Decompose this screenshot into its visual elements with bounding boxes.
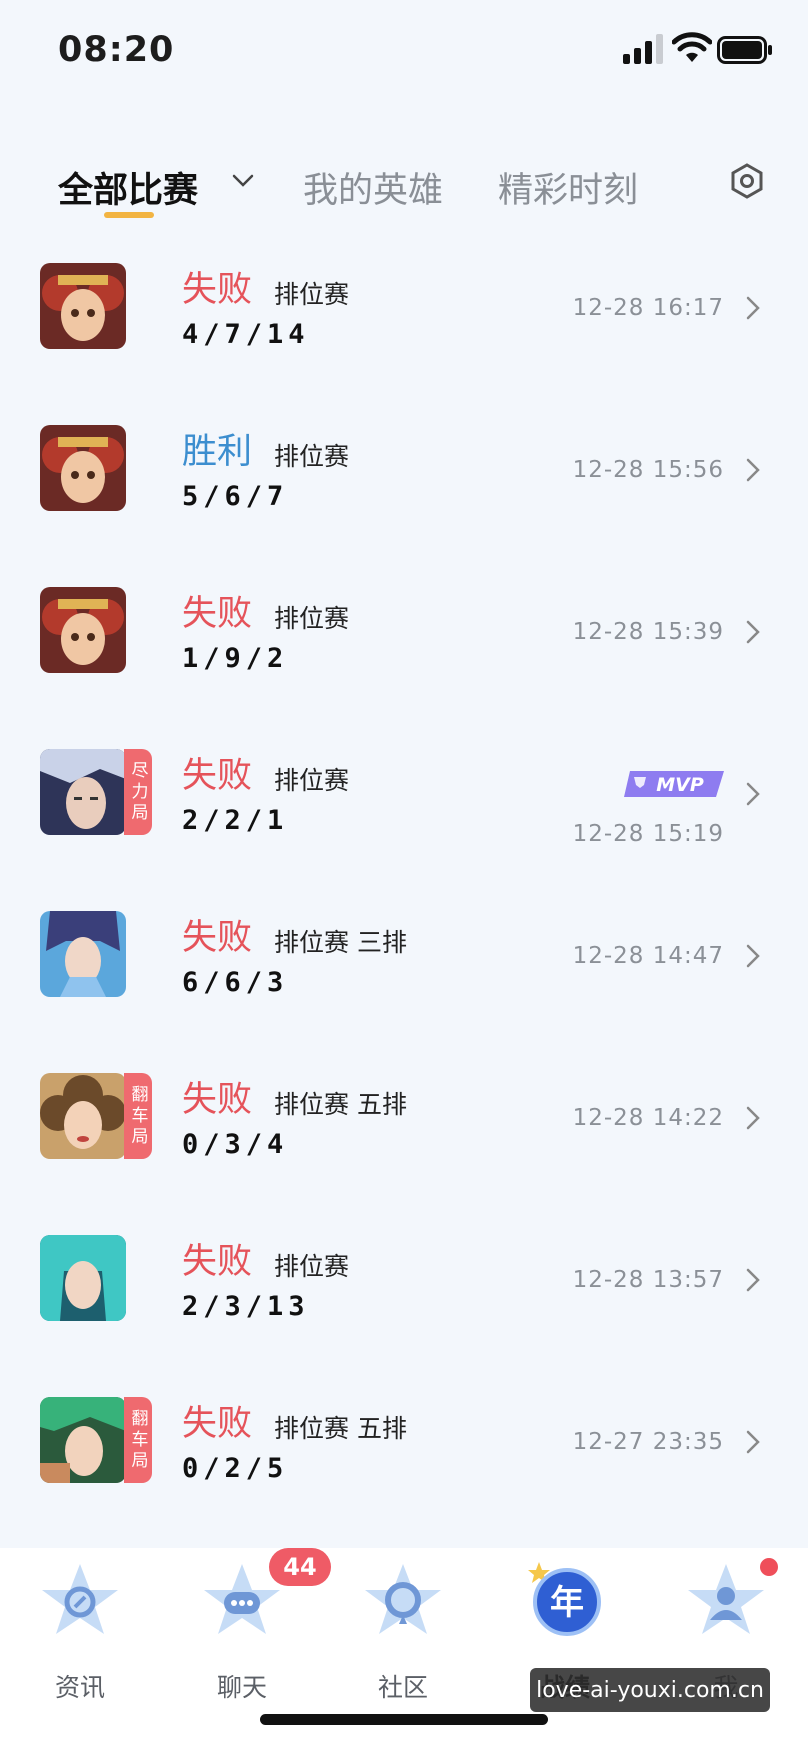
settings-hexagon-icon[interactable] [728, 162, 766, 200]
chevron-right-icon[interactable] [742, 293, 764, 323]
match-time: 12-28 14:22 [572, 1105, 724, 1131]
tab-highlights[interactable]: 精彩时刻 [498, 162, 638, 213]
match-mode: 排位赛 五排 [274, 1414, 407, 1443]
match-time: 12-28 15:19 [572, 821, 724, 847]
hero-green-hair-avatar [40, 1397, 126, 1483]
match-time: 12-28 15:39 [572, 619, 724, 645]
match-result: 失败 [182, 270, 253, 310]
match-row[interactable]: 翻车局 失败 排位赛 五排 0/2/5 12-27 23:35 [0, 1379, 808, 1541]
chat-unread-badge: 44 [269, 1548, 331, 1586]
match-time: 12-27 23:35 [572, 1429, 724, 1455]
watermark: love-ai-youxi.com.cn [530, 1668, 770, 1712]
match-result: 失败 [182, 1242, 253, 1282]
hero-red-hair-avatar [40, 263, 126, 349]
match-kda: 4/7/14 [182, 319, 310, 350]
profile-icon [688, 1564, 764, 1634]
match-kda: 5/6/7 [182, 481, 289, 512]
hero-silver-hair-avatar [40, 749, 126, 835]
match-kda: 0/3/4 [182, 1129, 289, 1160]
match-mode: 排位赛 [274, 1252, 350, 1281]
status-bar: 08:20 [0, 0, 808, 100]
match-mode: 排位赛 [274, 442, 350, 471]
new-year-record-icon: 年 [528, 1562, 601, 1636]
community-icon [365, 1564, 441, 1634]
match-row[interactable]: 失败 排位赛 4/7/14 12-28 16:17 [0, 245, 808, 407]
nav-label: 资讯 [54, 1673, 105, 1702]
profile-notification-dot [760, 1558, 778, 1576]
chevron-right-icon[interactable] [742, 941, 764, 971]
match-result: 失败 [182, 1404, 253, 1444]
match-tag-badge: 翻车局 [124, 1397, 152, 1483]
chevron-down-icon[interactable] [230, 168, 256, 194]
signal-icon [623, 34, 663, 64]
match-row[interactable]: 尽力局 失败 排位赛 2/2/1 MVP 12-28 15:19 [0, 731, 808, 893]
nav-label: 聊天 [216, 1673, 267, 1702]
hero-teal-hair-avatar [40, 1235, 126, 1321]
match-tag-badge: 尽力局 [124, 749, 152, 835]
match-kda: 2/2/1 [182, 805, 289, 836]
match-row[interactable]: 翻车局 失败 排位赛 五排 0/3/4 12-28 14:22 [0, 1055, 808, 1217]
match-row[interactable]: 失败 排位赛 1/9/2 12-28 15:39 [0, 569, 808, 731]
match-result: 失败 [182, 756, 253, 796]
record-icon-text: 年 [550, 1583, 584, 1623]
news-icon [42, 1564, 118, 1634]
match-mode: 排位赛 三排 [274, 928, 407, 957]
match-tag-badge: 翻车局 [124, 1073, 152, 1159]
match-result: 失败 [182, 1080, 253, 1120]
nav-label: 社区 [377, 1673, 428, 1702]
hero-curly-hair-avatar [40, 1073, 126, 1159]
chevron-right-icon[interactable] [742, 1103, 764, 1133]
tab-my-heroes[interactable]: 我的英雄 [303, 162, 443, 213]
chevron-right-icon[interactable] [742, 455, 764, 485]
wifi-icon [672, 32, 712, 62]
hero-red-hair-avatar [40, 425, 126, 511]
chevron-right-icon[interactable] [742, 779, 764, 809]
match-kda: 6/6/3 [182, 967, 289, 998]
match-result: 失败 [182, 594, 253, 634]
tab-bar: 全部比赛 我的英雄 精彩时刻 [0, 140, 808, 230]
nav-item-news[interactable]: 资讯 [20, 1560, 140, 1710]
match-row[interactable]: 胜利 排位赛 5/6/7 12-28 15:56 [0, 407, 808, 569]
chevron-right-icon[interactable] [742, 1427, 764, 1457]
match-mode: 排位赛 [274, 604, 350, 633]
nav-item-community[interactable]: 社区 [343, 1560, 463, 1710]
tab-all-matches[interactable]: 全部比赛 [58, 162, 198, 213]
match-kda: 2/3/13 [182, 1291, 310, 1322]
match-row[interactable]: 失败 排位赛 三排 6/6/3 12-28 14:47 [0, 893, 808, 1055]
match-time: 12-28 16:17 [572, 295, 724, 321]
status-time: 08:20 [58, 30, 175, 70]
match-mode: 排位赛 [274, 766, 350, 795]
match-result: 失败 [182, 918, 253, 958]
match-mode: 排位赛 五排 [274, 1090, 407, 1119]
mvp-label: MVP [656, 774, 704, 796]
match-time: 12-28 14:47 [572, 943, 724, 969]
hero-blue-robe-avatar [40, 911, 126, 997]
chevron-right-icon[interactable] [742, 1265, 764, 1295]
active-tab-underline [104, 212, 154, 218]
match-time: 12-28 15:56 [572, 457, 724, 483]
mvp-badge: MVP [624, 771, 724, 797]
home-indicator[interactable] [260, 1714, 548, 1725]
match-time: 12-28 13:57 [572, 1267, 724, 1293]
match-kda: 1/9/2 [182, 643, 289, 674]
match-mode: 排位赛 [274, 280, 350, 309]
match-result: 胜利 [182, 432, 253, 472]
match-row[interactable]: 失败 排位赛 2/3/13 12-28 13:57 [0, 1217, 808, 1379]
chevron-right-icon[interactable] [742, 617, 764, 647]
hero-red-hair-avatar [40, 587, 126, 673]
match-kda: 0/2/5 [182, 1453, 289, 1484]
battery-icon [717, 36, 772, 64]
